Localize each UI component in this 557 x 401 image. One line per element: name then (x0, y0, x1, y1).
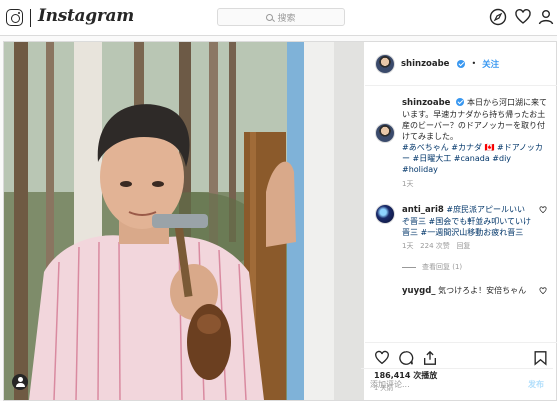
instagram-camera-icon[interactable] (6, 9, 23, 26)
comment-text: 気つけろよ！安倍ちゃん (438, 286, 527, 295)
caption-hashtags[interactable]: #あべちゃん #カナダ 🇨🇦 #ドアノッカー #日曜大工 #canada #di… (402, 142, 547, 175)
action-icons-row (374, 349, 548, 367)
compass-icon[interactable] (489, 8, 507, 26)
author-avatar[interactable] (375, 53, 395, 74)
view-replies-label: 查看回复 (1) (422, 263, 463, 271)
post-sidebar: shinzoabe • 关注 shinzoabe 本日から河口湖に来ています。早… (365, 42, 557, 400)
commenter-avatar[interactable] (375, 204, 395, 224)
header-separator: • (471, 59, 477, 68)
reply-button[interactable]: 回复 (456, 242, 470, 250)
search-icon (266, 13, 274, 21)
video-frame-image (4, 42, 364, 400)
tagged-people-icon[interactable] (12, 374, 28, 390)
view-replies-button[interactable]: 查看回复 (1) (375, 262, 547, 273)
post-comment-button[interactable]: 发布 (528, 379, 544, 390)
comments-list: shinzoabe 本日から河口湖に来ています。早速カナダから持ち帰ったお土産の… (365, 87, 557, 341)
verified-badge-icon (456, 98, 465, 106)
commenter-username[interactable]: anti_ari8 (402, 205, 444, 215)
comment-item: yuygd_ 気つけろよ！安倍ちゃん (375, 285, 547, 297)
instagram-wordmark[interactable]: Instagram (38, 6, 134, 26)
commenter-username[interactable]: yuygd_ (402, 286, 436, 296)
caption-time: 1天 (402, 180, 414, 188)
search-placeholder: 搜索 (277, 13, 296, 24)
replies-line (402, 267, 416, 268)
comment-item: anti_ari8 #庶民派アピールいいぞ晋三 #国会でも軒並み叩いていけ晋三 … (375, 204, 547, 252)
share-icon[interactable] (422, 350, 438, 366)
search-input[interactable]: 搜索 (217, 8, 345, 26)
comment-meta: 1天 224 次赞 回复 (402, 241, 532, 252)
comment-like-heart-icon[interactable] (539, 206, 547, 214)
like-heart-icon[interactable] (374, 350, 390, 366)
caption-author[interactable]: shinzoabe (402, 98, 450, 108)
top-nav: Instagram 搜索 (0, 0, 557, 36)
caption-item: shinzoabe 本日から河口湖に来ています。早速カナダから持ち帰ったお土産の… (375, 97, 547, 190)
post-header: shinzoabe • 关注 (365, 42, 557, 86)
caption-text-block: shinzoabe 本日から河口湖に来ています。早速カナダから持ち帰ったお土産の… (402, 97, 547, 175)
comment-like-heart-icon[interactable] (539, 287, 547, 295)
post-card: shinzoabe • 关注 shinzoabe 本日から河口湖に来ています。早… (3, 41, 557, 401)
follow-button[interactable]: 关注 (482, 58, 499, 70)
verified-badge-icon (457, 59, 466, 68)
comment-likes[interactable]: 224 次赞 (420, 242, 450, 250)
profile-icon[interactable] (537, 8, 555, 26)
add-comment-bar: 添加评论... 发布 (361, 368, 553, 400)
post-video[interactable] (4, 42, 364, 400)
heart-icon[interactable] (514, 8, 532, 26)
add-comment-input[interactable]: 添加评论... (370, 379, 410, 390)
bookmark-icon[interactable] (533, 350, 548, 366)
caption-avatar[interactable] (375, 123, 395, 143)
logo-divider (30, 9, 31, 27)
author-username[interactable]: shinzoabe (401, 59, 449, 69)
comment-bubble-icon[interactable] (398, 350, 414, 366)
comment-time: 1天 (402, 242, 414, 250)
